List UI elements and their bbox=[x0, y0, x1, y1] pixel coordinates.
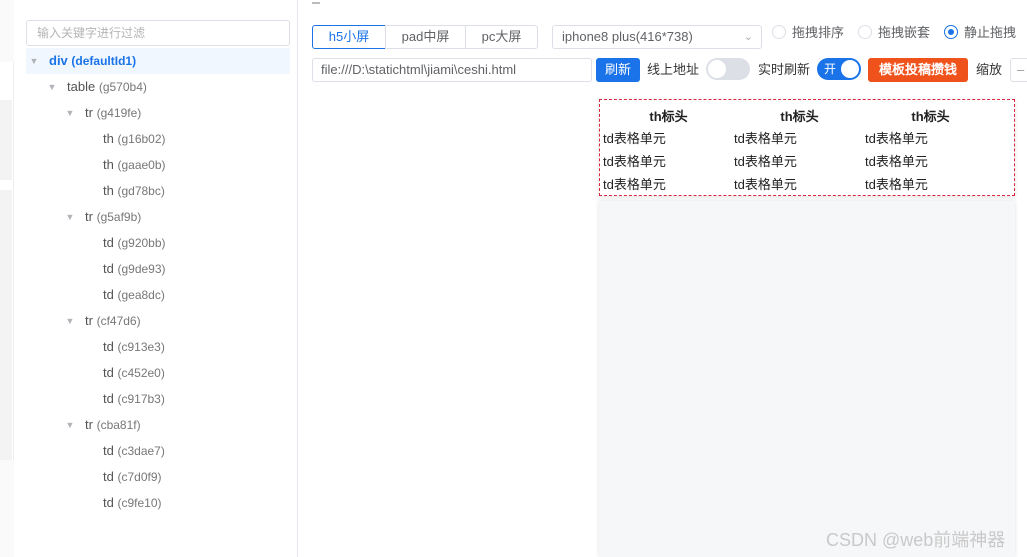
tree-node[interactable]: th (gaae0b) bbox=[26, 152, 290, 178]
tree-node[interactable]: td (c3dae7) bbox=[26, 438, 290, 464]
table-header-cell[interactable]: th标头 bbox=[865, 104, 996, 126]
screen-h5-button[interactable]: h5小屏 bbox=[312, 25, 386, 49]
live-refresh-switch[interactable]: 开 bbox=[817, 58, 861, 80]
switch-knob bbox=[708, 60, 726, 78]
tree-node[interactable]: th (g16b02) bbox=[26, 126, 290, 152]
radio-drag-nest[interactable]: 拖拽嵌套 bbox=[858, 25, 930, 43]
url-input[interactable]: file:///D:\statichtml\jiami\ceshi.html bbox=[312, 58, 592, 82]
table-cell[interactable]: td表格单元 bbox=[603, 149, 734, 172]
table-cell[interactable]: td表格单元 bbox=[865, 126, 996, 149]
preview-table[interactable]: th标头 th标头 th标头 td表格单元 td表格单元 td表格单元 td表格… bbox=[603, 104, 996, 195]
table-cell[interactable]: td表格单元 bbox=[603, 172, 734, 195]
radio-static-drag[interactable]: 静止拖拽 bbox=[944, 25, 1016, 43]
top-edge-mark bbox=[312, 0, 320, 4]
tree-node[interactable]: td (g9de93) bbox=[26, 256, 290, 282]
tree-node[interactable]: td (c9fe10) bbox=[26, 490, 290, 516]
table-header-cell[interactable]: th标头 bbox=[603, 104, 734, 126]
table-row[interactable]: td表格单元 td表格单元 td表格单元 bbox=[603, 149, 996, 172]
tree-node[interactable]: ▼ div (defaultId1) bbox=[26, 48, 290, 74]
tree-node[interactable]: th (gd78bc) bbox=[26, 178, 290, 204]
tree-node[interactable]: td (c913e3) bbox=[26, 334, 290, 360]
device-select[interactable]: iphone8 plus(416*738) ⌄ bbox=[552, 25, 762, 49]
caret-down-icon[interactable]: ▼ bbox=[64, 412, 76, 438]
dom-tree-panel: ▼ div (defaultId1) ▼ table (g570b4) ▼ tr… bbox=[18, 0, 298, 557]
template-submit-button[interactable]: 模板投稿攒钱 bbox=[868, 58, 968, 82]
table-cell[interactable]: td表格单元 bbox=[734, 126, 865, 149]
tree-node[interactable]: ▼ tr (cba81f) bbox=[26, 412, 290, 438]
radio-drag-sort[interactable]: 拖拽排序 bbox=[772, 25, 844, 43]
tree-node[interactable]: ▼ table (g570b4) bbox=[26, 74, 290, 100]
screen-pad-button[interactable]: pad中屏 bbox=[385, 25, 466, 49]
table-cell[interactable]: td表格单元 bbox=[734, 172, 865, 195]
table-cell[interactable]: td表格单元 bbox=[865, 172, 996, 195]
live-refresh-label: 实时刷新 bbox=[758, 62, 811, 77]
preview-table-selected[interactable]: th标头 th标头 th标头 td表格单元 td表格单元 td表格单元 td表格… bbox=[599, 99, 1015, 196]
online-address-switch[interactable] bbox=[706, 58, 750, 80]
chevron-down-icon: ⌄ bbox=[743, 31, 753, 43]
left-gutter bbox=[0, 0, 14, 557]
online-address-label: 线上地址 bbox=[647, 62, 700, 77]
tree-node[interactable]: td (g920bb) bbox=[26, 230, 290, 256]
table-row[interactable]: th标头 th标头 th标头 bbox=[603, 104, 996, 126]
tree-node[interactable]: td (gea8dc) bbox=[26, 282, 290, 308]
device-select-value: iphone8 plus(416*738) bbox=[562, 29, 693, 44]
tree-node[interactable]: ▼ tr (g5af9b) bbox=[26, 204, 290, 230]
refresh-button[interactable]: 刷新 bbox=[596, 58, 640, 82]
radio-circle-icon bbox=[858, 25, 872, 39]
caret-down-icon[interactable]: ▼ bbox=[46, 74, 58, 100]
phone-preview-screen[interactable] bbox=[599, 201, 1015, 557]
tree-node[interactable]: ▼ tr (cf47d6) bbox=[26, 308, 290, 334]
tree-filter-input[interactable] bbox=[26, 20, 290, 46]
tree-node[interactable]: td (c917b3) bbox=[26, 386, 290, 412]
zoom-input[interactable]: – bbox=[1010, 58, 1027, 82]
table-row[interactable]: td表格单元 td表格单元 td表格单元 bbox=[603, 172, 996, 195]
switch-knob bbox=[841, 60, 859, 78]
caret-down-icon[interactable]: ▼ bbox=[64, 204, 76, 230]
caret-down-icon[interactable]: ▼ bbox=[64, 308, 76, 334]
caret-down-icon[interactable]: ▼ bbox=[28, 48, 40, 74]
zoom-label: 缩放 bbox=[976, 62, 1003, 77]
table-header-cell[interactable]: th标头 bbox=[734, 104, 865, 126]
table-cell[interactable]: td表格单元 bbox=[734, 149, 865, 172]
screen-pc-button[interactable]: pc大屏 bbox=[465, 25, 538, 49]
table-cell[interactable]: td表格单元 bbox=[603, 126, 734, 149]
caret-down-icon[interactable]: ▼ bbox=[64, 100, 76, 126]
tree-node[interactable]: ▼ tr (g419fe) bbox=[26, 100, 290, 126]
watermark: CSDN @web前端神器 bbox=[826, 530, 1006, 550]
radio-checked-icon bbox=[944, 25, 958, 39]
switch-on-text: 开 bbox=[824, 62, 837, 76]
table-row[interactable]: td表格单元 td表格单元 td表格单元 bbox=[603, 126, 996, 149]
tree-node[interactable]: td (c7d0f9) bbox=[26, 464, 290, 490]
table-cell[interactable]: td表格单元 bbox=[865, 149, 996, 172]
dom-tree: ▼ div (defaultId1) ▼ table (g570b4) ▼ tr… bbox=[26, 48, 290, 516]
radio-circle-icon bbox=[772, 25, 786, 39]
tree-node[interactable]: td (c452e0) bbox=[26, 360, 290, 386]
